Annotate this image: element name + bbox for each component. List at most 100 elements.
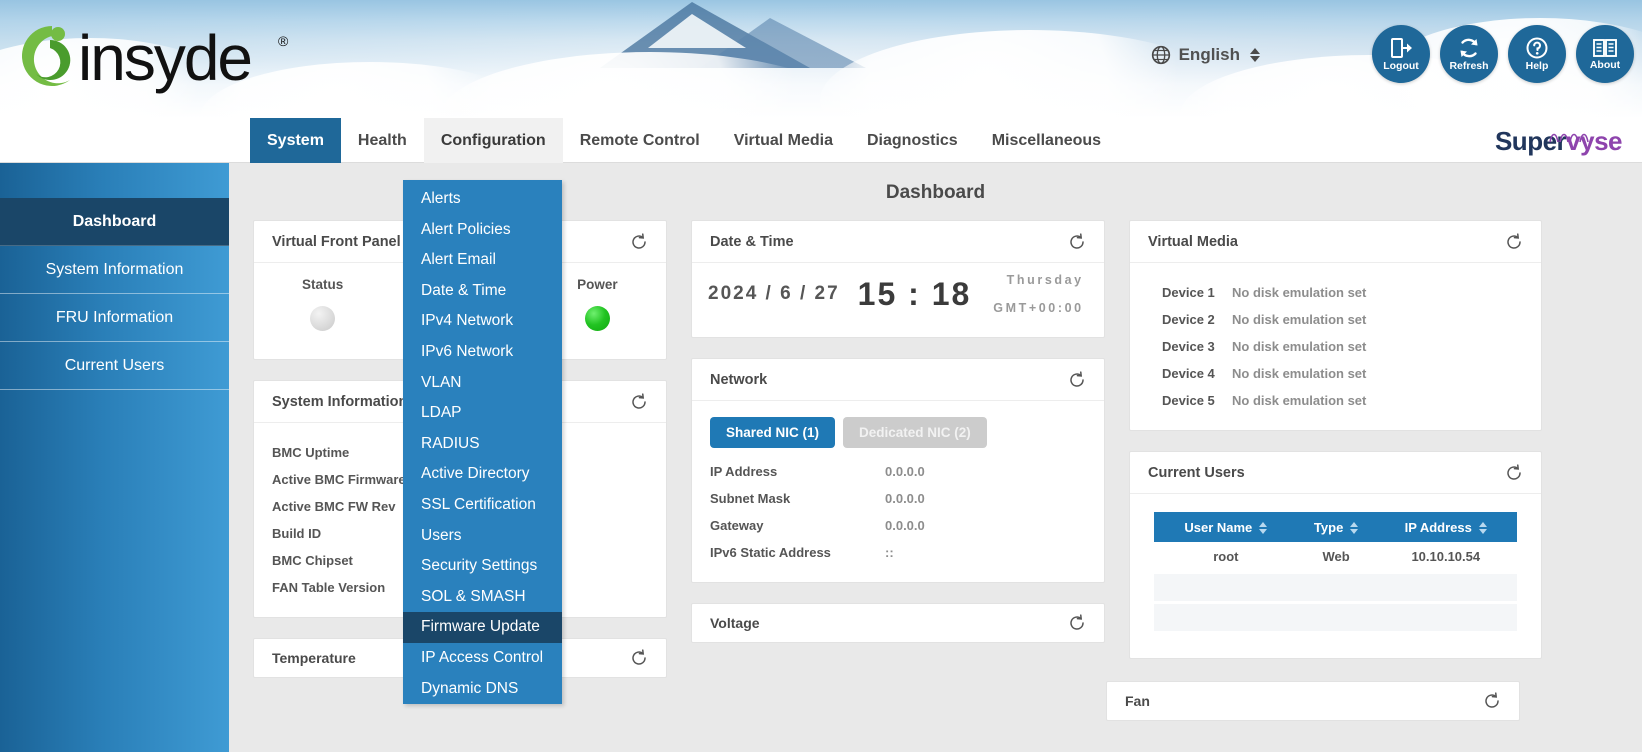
- sidebar-item-dashboard[interactable]: Dashboard: [0, 198, 229, 246]
- voltage-card: Voltage: [691, 603, 1105, 643]
- nav-tab-diagnostics[interactable]: Diagnostics: [850, 118, 975, 163]
- nic-tab-list: Shared NIC (1) Dedicated NIC (2): [710, 417, 1086, 448]
- voltage-title: Voltage: [710, 615, 760, 631]
- menu-item-vlan[interactable]: VLAN: [403, 368, 562, 399]
- menu-item-alert-policies[interactable]: Alert Policies: [403, 215, 562, 246]
- svg-text:insyde: insyde: [78, 22, 251, 94]
- virtual-media-title: Virtual Media: [1148, 234, 1238, 250]
- menu-item-active-directory[interactable]: Active Directory: [403, 459, 562, 490]
- refresh-label: Refresh: [1449, 61, 1488, 72]
- about-button[interactable]: About: [1576, 25, 1634, 83]
- menu-item-ssl-certification[interactable]: SSL Certification: [403, 490, 562, 521]
- refresh-icon[interactable]: [1068, 371, 1086, 389]
- sidebar-item-system-information[interactable]: System Information: [0, 246, 229, 294]
- menu-item-radius[interactable]: RADIUS: [403, 429, 562, 460]
- info-row-key: IPv6 Static Address: [710, 545, 885, 560]
- header-actions: Logout Refresh Help: [1372, 25, 1634, 83]
- nic-tab-2[interactable]: Dedicated NIC (2): [843, 417, 987, 448]
- help-icon: [1525, 36, 1549, 60]
- fan-card: Fan: [1106, 681, 1520, 721]
- menu-item-users[interactable]: Users: [403, 521, 562, 552]
- refresh-icon[interactable]: [1483, 692, 1501, 710]
- page-header: insyde ® English: [0, 0, 1642, 118]
- column-header-ip-address[interactable]: IP Address: [1375, 512, 1517, 542]
- column-header-type[interactable]: Type: [1298, 512, 1375, 542]
- configuration-dropdown-menu[interactable]: AlertsAlert PoliciesAlert EmailDate & Ti…: [403, 180, 562, 704]
- insyde-logo[interactable]: insyde ®: [10, 18, 310, 98]
- sidebar-item-fru-information[interactable]: FRU Information: [0, 294, 229, 342]
- sort-arrows-icon[interactable]: [1259, 522, 1267, 534]
- sort-arrows-icon[interactable]: [1479, 522, 1487, 534]
- fan-header: Fan: [1107, 682, 1519, 720]
- sidebar-item-current-users[interactable]: Current Users: [0, 342, 229, 390]
- menu-item-security-settings[interactable]: Security Settings: [403, 551, 562, 582]
- help-button[interactable]: Help: [1508, 25, 1566, 83]
- menu-item-ldap[interactable]: LDAP: [403, 398, 562, 429]
- table-row[interactable]: [1154, 572, 1517, 602]
- info-row: IP Address0.0.0.0: [710, 458, 1086, 485]
- column-header-user-name[interactable]: User Name: [1154, 512, 1298, 542]
- info-row: Device 4No disk emulation set: [1162, 360, 1523, 387]
- network-header: Network: [692, 359, 1104, 401]
- vfp-status-label: Status: [255, 277, 391, 292]
- vfp-status-cell: Status: [255, 277, 391, 331]
- cloud-decoration: [820, 30, 1240, 118]
- menu-item-ipv4-network[interactable]: IPv4 Network: [403, 306, 562, 337]
- table-row[interactable]: rootWeb10.10.10.54: [1154, 542, 1517, 572]
- info-row-key: Device 4: [1162, 366, 1232, 381]
- refresh-icon[interactable]: [630, 393, 648, 411]
- timezone-value: GMT+00:00: [993, 301, 1083, 315]
- menu-item-date-time[interactable]: Date & Time: [403, 276, 562, 307]
- voltage-header: Voltage: [692, 604, 1104, 642]
- column-header-label: User Name: [1184, 520, 1252, 535]
- nav-tab-miscellaneous[interactable]: Miscellaneous: [975, 118, 1118, 163]
- network-card: Network Shared NIC (1)Dedicated NIC (2) …: [691, 358, 1105, 583]
- table-row[interactable]: [1154, 602, 1517, 632]
- main-navigation: SystemHealthConfigurationRemote ControlV…: [0, 118, 1642, 163]
- table-cell: [1154, 602, 1298, 632]
- language-selector[interactable]: English: [1151, 45, 1260, 65]
- nic-tab-1[interactable]: Shared NIC (1): [710, 417, 835, 448]
- info-row: Device 1No disk emulation set: [1162, 279, 1523, 306]
- refresh-icon: [1457, 36, 1481, 60]
- table-header-row: User Name Type IP Address: [1154, 512, 1517, 542]
- refresh-icon[interactable]: [1068, 233, 1086, 251]
- menu-item-sol-smash[interactable]: SOL & SMASH: [403, 582, 562, 613]
- menu-item-ipv6-network[interactable]: IPv6 Network: [403, 337, 562, 368]
- table-cell: 10.10.10.54: [1375, 542, 1517, 572]
- nav-tab-system[interactable]: System: [250, 118, 341, 163]
- info-row: Device 2No disk emulation set: [1162, 306, 1523, 333]
- refresh-icon[interactable]: [1068, 614, 1086, 632]
- nav-tab-health[interactable]: Health: [341, 118, 424, 163]
- current-users-table: User Name Type IP Address rootWeb10.10.10.…: [1154, 512, 1517, 634]
- system-information-title: System Information: [272, 394, 407, 410]
- menu-item-alert-email[interactable]: Alert Email: [403, 245, 562, 276]
- refresh-icon[interactable]: [1505, 233, 1523, 251]
- nav-tab-virtual-media[interactable]: Virtual Media: [717, 118, 850, 163]
- menu-item-alerts[interactable]: Alerts: [403, 184, 562, 215]
- menu-item-ip-access-control[interactable]: IP Access Control: [403, 643, 562, 674]
- nav-tab-remote-control[interactable]: Remote Control: [563, 118, 717, 163]
- date-value: 2024 / 6 / 27: [708, 283, 840, 305]
- current-users-card: Current Users User Name Type IP Address ro…: [1129, 451, 1542, 659]
- refresh-icon[interactable]: [1505, 464, 1523, 482]
- menu-item-firmware-update[interactable]: Firmware Update: [403, 612, 562, 643]
- refresh-button[interactable]: Refresh: [1440, 25, 1498, 83]
- logout-icon: [1389, 36, 1413, 60]
- current-users-title: Current Users: [1148, 465, 1245, 481]
- sort-arrows-icon[interactable]: [1350, 522, 1358, 534]
- date-time-body: 2024 / 6 / 27 15 : 18 Thursday GMT+00:00: [692, 263, 1104, 337]
- info-row: Subnet Mask0.0.0.0: [710, 485, 1086, 512]
- supervyse-logo: Supervyse: [1495, 126, 1622, 157]
- logout-button[interactable]: Logout: [1372, 25, 1430, 83]
- sidebar-item-list: DashboardSystem InformationFRU Informati…: [0, 198, 229, 390]
- chevron-updown-icon: [1250, 48, 1260, 62]
- date-time-card: Date & Time 2024 / 6 / 27 15 : 18 Thursd…: [691, 220, 1105, 338]
- refresh-icon[interactable]: [630, 233, 648, 251]
- menu-item-dynamic-dns[interactable]: Dynamic DNS: [403, 674, 562, 705]
- dashboard-column-middle: Date & Time 2024 / 6 / 27 15 : 18 Thursd…: [691, 220, 1105, 643]
- column-header-label: IP Address: [1405, 520, 1472, 535]
- info-row-key: IP Address: [710, 464, 885, 479]
- refresh-icon[interactable]: [630, 649, 648, 667]
- nav-tab-configuration[interactable]: Configuration: [424, 118, 563, 163]
